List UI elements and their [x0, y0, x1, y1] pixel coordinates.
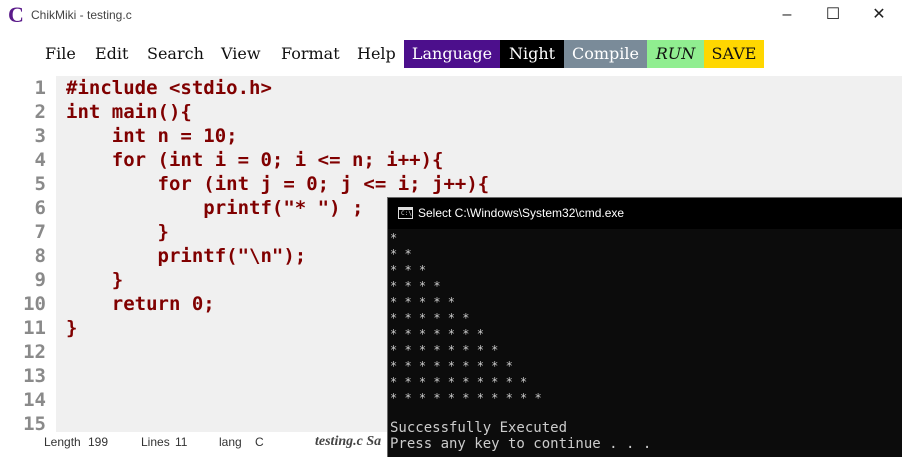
line-number: 2: [34, 101, 46, 123]
app-logo-icon: C: [8, 2, 24, 27]
console-title: Select C:\Windows\System32\cmd.exe: [418, 206, 625, 220]
code-line: int n = 10;: [66, 125, 238, 147]
line-number: 3: [34, 125, 46, 147]
line-number: 4: [34, 149, 46, 171]
length-value: 199: [88, 435, 109, 449]
console-output-line: * * * * * *: [390, 311, 470, 325]
line-number-gutter: 1 2 3 4 5 6 7 8 9 10 11 12 13 14 15: [0, 76, 56, 435]
night-mode-button[interactable]: Night: [500, 40, 564, 68]
code-line: for (int j = 0; j <= i; j++){: [66, 173, 490, 195]
close-button[interactable]: ✕: [856, 0, 902, 32]
lang-value: C: [255, 435, 264, 449]
code-line: }: [66, 221, 169, 243]
compile-button[interactable]: Compile: [564, 40, 647, 68]
line-number: 5: [34, 173, 46, 195]
code-line: for (int i = 0; i <= n; i++){: [66, 149, 444, 171]
line-number: 7: [34, 221, 46, 243]
title-bar: C ChikMiki - testing.c – ☐ ✕: [0, 0, 902, 32]
line-number: 14: [23, 389, 46, 411]
language-button[interactable]: Language: [404, 40, 500, 68]
code-line: printf("* ") ;: [66, 197, 364, 219]
code-line: }: [66, 317, 78, 339]
console-output-line: * * * * * * *: [390, 327, 484, 341]
line-number: 10: [23, 293, 46, 315]
status-file-name: testing.c Sa: [315, 434, 382, 449]
line-number: 1: [34, 77, 46, 99]
console-success-message: Successfully Executed: [390, 420, 568, 436]
lines-label: Lines: [141, 435, 170, 449]
minimize-button[interactable]: –: [764, 0, 810, 32]
menu-help[interactable]: Help: [357, 40, 396, 68]
code-line: return 0;: [66, 293, 215, 315]
length-label: Length: [44, 435, 81, 449]
save-button[interactable]: SAVE: [704, 40, 764, 68]
code-line: #include <stdio.h>: [66, 77, 272, 99]
line-number: 9: [34, 269, 46, 291]
line-number: 6: [34, 197, 46, 219]
menu-bar: File Edit Search View Format Help Langua…: [0, 40, 902, 68]
menu-file[interactable]: File: [45, 40, 76, 68]
console-output-line: *: [390, 231, 398, 245]
terminal-icon: C:\: [398, 207, 413, 219]
console-window[interactable]: C:\ Select C:\Windows\System32\cmd.exe *…: [387, 197, 902, 457]
console-output-line: * * * *: [390, 279, 441, 293]
console-output-line: * *: [390, 247, 412, 261]
lang-label: lang: [219, 435, 242, 449]
code-line: printf("\n");: [66, 245, 307, 267]
window-title: ChikMiki - testing.c: [31, 8, 132, 22]
menu-view[interactable]: View: [221, 40, 261, 68]
menu-format[interactable]: Format: [281, 40, 340, 68]
line-number: 8: [34, 245, 46, 267]
console-output-line: * * * * * * * * *: [390, 359, 513, 373]
console-title-bar[interactable]: C:\ Select C:\Windows\System32\cmd.exe: [388, 198, 902, 229]
line-number: 11: [23, 317, 46, 339]
console-output-line: * * * * * * * *: [390, 343, 499, 357]
line-number: 13: [23, 365, 46, 387]
console-output-line: * * * * * * * * * *: [390, 375, 528, 389]
line-number: 12: [23, 341, 46, 363]
run-button[interactable]: RUN: [647, 40, 704, 68]
console-output-line: * * *: [390, 263, 427, 277]
console-output-line: * * * * *: [390, 295, 456, 309]
menu-edit[interactable]: Edit: [95, 40, 128, 68]
code-line: }: [66, 269, 124, 291]
maximize-button[interactable]: ☐: [810, 0, 856, 32]
console-continue-prompt: Press any key to continue . . .: [390, 436, 652, 452]
menu-search[interactable]: Search: [147, 40, 204, 68]
lines-value: 11: [175, 435, 188, 449]
console-output-line: * * * * * * * * * * *: [390, 391, 542, 405]
code-line: int main(){: [66, 101, 192, 123]
